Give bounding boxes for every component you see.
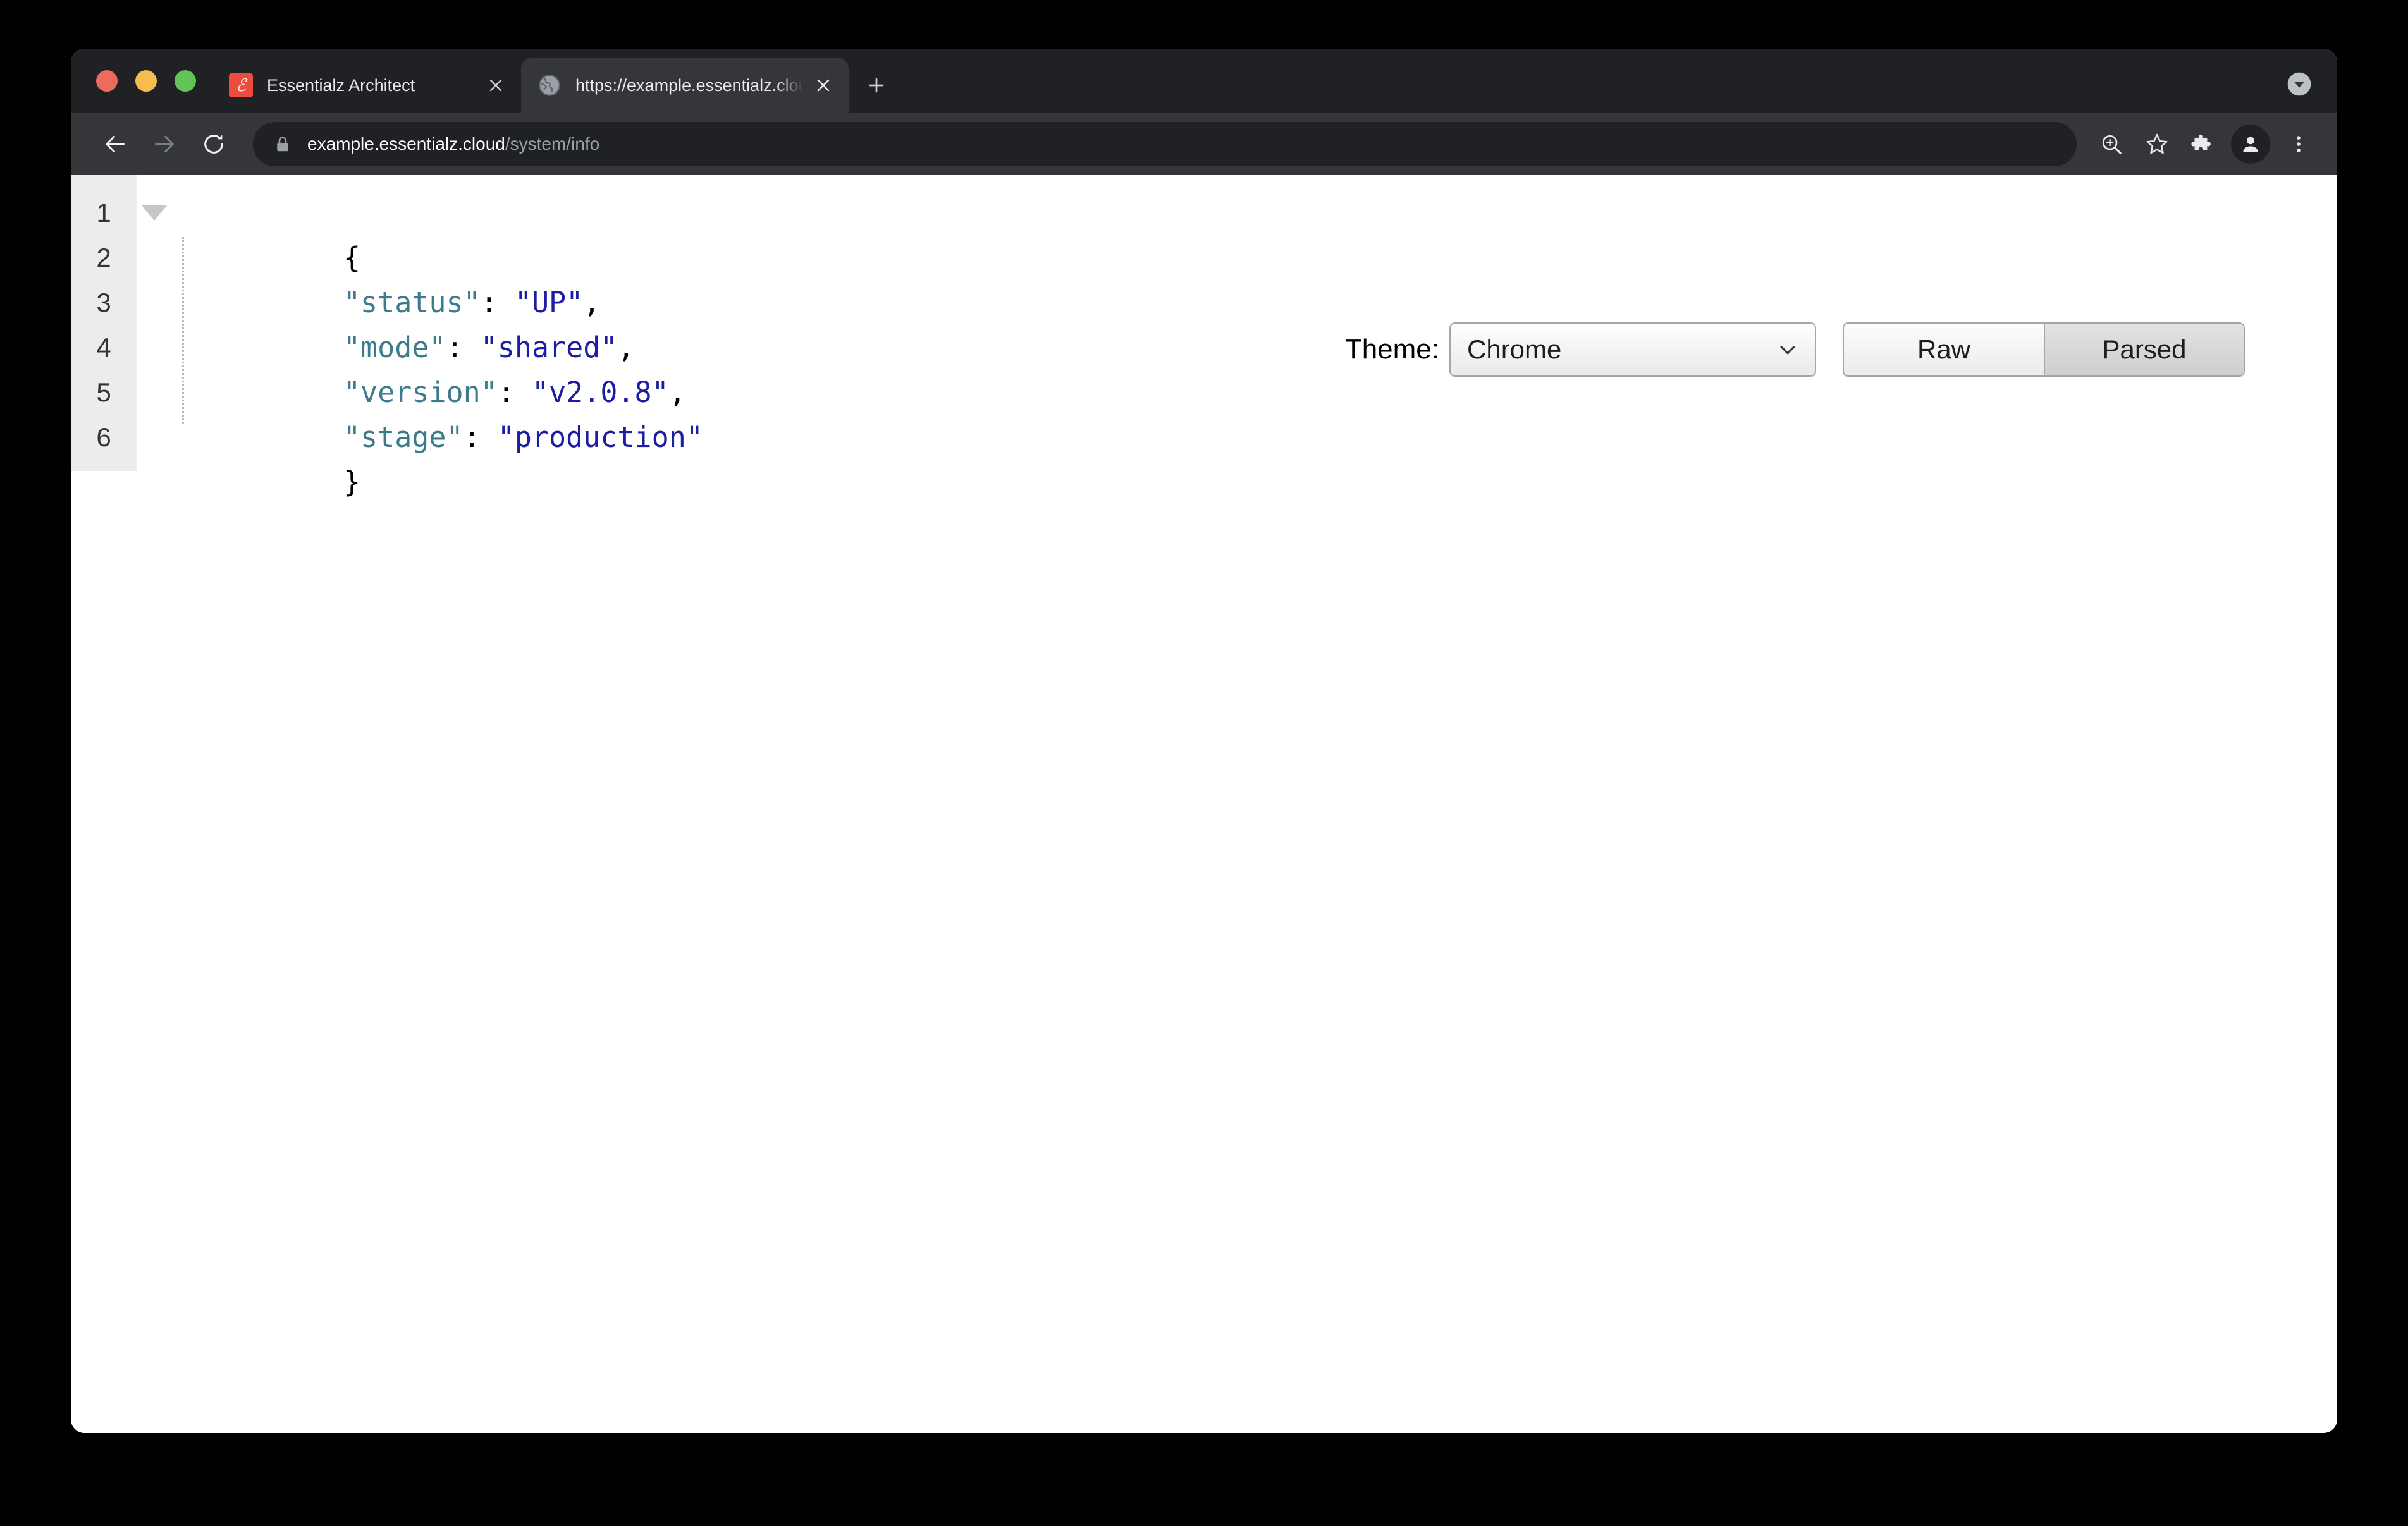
lock-icon [277,137,288,152]
line-number: 1 [96,198,111,228]
json-code-area: { "status": "UP", "mode": "shared", "ver… [137,175,703,499]
line-number: 2 [96,243,111,272]
arrow-left-icon [106,135,125,153]
tab-title: https://example.essentialz.clou [575,75,803,95]
back-button[interactable] [92,121,138,167]
json-line: "status": "UP", [137,235,703,319]
json-document: 1 2 3 4 5 6 { "status": "UP", "mode": "s… [71,175,703,499]
json-line: { [137,190,703,274]
theme-select[interactable]: Chrome [1449,322,1816,377]
json-line: } [137,415,703,499]
url-path: /system/info [505,134,600,154]
star-icon [2146,133,2168,154]
tab-close-button[interactable] [482,71,510,99]
json-line: "stage": "production" [137,370,703,454]
chevron-down-circle-icon [2287,72,2311,96]
zoom-in-icon [2102,135,2122,154]
profile-button[interactable] [2231,125,2270,164]
address-bar[interactable]: example.essentialz.cloud/system/info [253,122,2077,166]
theme-label: Theme: [1344,334,1439,365]
line-number: 3 [96,288,111,317]
tab-essentialz-architect[interactable]: ℰ Essentialz Architect [212,58,521,113]
tab-list: ℰ Essentialz Architect https://example.e… [212,49,895,113]
reload-button[interactable] [191,121,236,167]
browser-toolbar: example.essentialz.cloud/system/info [71,113,2337,175]
three-dots-vertical-icon [2297,136,2300,152]
page-viewport: Theme: Chrome Raw Parsed 1 2 3 4 5 6 {"… [71,175,2337,1433]
tab-system-info-json[interactable]: https://example.essentialz.clou [521,58,849,113]
line-number: 5 [96,377,111,407]
url-domain: example.essentialz.cloud [307,134,505,154]
bookmark-button[interactable] [2136,123,2178,165]
json-viewer-controls: Theme: Chrome Raw Parsed [1345,322,2245,377]
architect-logo-icon: ℰ [229,73,253,97]
json-line: "mode": "shared", [137,280,703,364]
raw-view-button[interactable]: Raw [1844,324,2044,375]
line-number: 4 [96,333,111,362]
browser-window: ℰ Essentialz Architect https://example.e… [71,49,2337,1433]
window-controls [71,49,212,113]
plus-icon [869,78,884,93]
tab-strip: ℰ Essentialz Architect https://example.e… [71,49,2337,113]
url-text: example.essentialz.cloud/system/info [307,134,599,154]
parsed-view-button[interactable]: Parsed [2044,324,2244,375]
close-icon [489,79,502,92]
new-tab-button[interactable] [857,66,895,104]
window-maximize-button[interactable] [175,70,196,92]
window-minimize-button[interactable] [135,70,157,92]
line-number-gutter: 1 2 3 4 5 6 [71,175,137,471]
browser-menu-button[interactable] [2278,123,2319,165]
puzzle-piece-icon [2191,134,2211,150]
line-number: 6 [96,422,111,452]
close-icon [817,79,830,92]
chevron-down-icon [1780,346,1795,355]
json-line: "version": "v2.0.8", [137,325,703,409]
tab-title: Essentialz Architect [267,75,415,95]
tab-close-button[interactable] [809,71,837,99]
person-icon [2243,137,2258,152]
extensions-button[interactable] [2182,123,2223,165]
reload-icon [204,135,223,154]
window-close-button[interactable] [96,70,118,92]
json-punct: } [343,465,361,499]
view-mode-toggle: Raw Parsed [1843,322,2245,377]
theme-select-value: Chrome [1467,334,1562,364]
tab-search-button[interactable] [2285,70,2313,98]
forward-button[interactable] [142,121,187,167]
arrow-right-icon [155,135,174,153]
globe-icon [538,73,562,97]
zoom-button[interactable] [2091,123,2132,165]
